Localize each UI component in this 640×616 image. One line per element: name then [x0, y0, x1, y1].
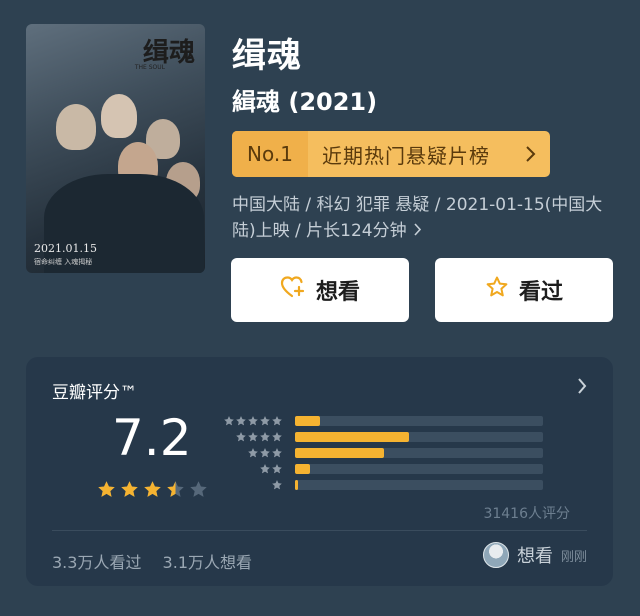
- star-icon: [236, 432, 246, 442]
- distribution-track: [295, 448, 543, 458]
- distribution-stars: [223, 415, 283, 427]
- poster-tagline: 宿命纠缠 入魂揭秘: [34, 258, 93, 266]
- rating-stars: [96, 479, 209, 500]
- distribution-bar: [295, 416, 320, 426]
- seen-count[interactable]: 3.3万人看过: [52, 553, 141, 572]
- star-icon: [260, 432, 270, 442]
- distribution-track: [295, 480, 543, 490]
- star-icon: [121, 481, 138, 497]
- distribution-track: [295, 432, 543, 442]
- poster-figure: [101, 94, 137, 138]
- star-icon: [272, 480, 282, 490]
- star-icon: [272, 464, 282, 474]
- distribution-track: [295, 464, 543, 474]
- movie-meta[interactable]: 中国大陆 / 科幻 犯罪 悬疑 / 2021-01-15(中国大陆)上映 / 片…: [232, 192, 607, 244]
- rating-score: 7.2: [112, 409, 192, 467]
- seen-label: 看过: [518, 280, 563, 305]
- friend-time: 刚刚: [560, 549, 587, 565]
- want-to-watch-button[interactable]: 想看: [231, 258, 409, 322]
- avatar: [482, 542, 509, 568]
- distribution-bar: [295, 448, 385, 458]
- poster-figure: [56, 104, 96, 150]
- star-icon: [236, 416, 246, 426]
- distribution-stars: [271, 479, 283, 491]
- distribution-row: [223, 431, 543, 443]
- rank-number: No.1: [232, 131, 308, 177]
- chevron-right-icon: [510, 131, 550, 177]
- distribution-bar: [295, 464, 310, 474]
- star-icon: [272, 416, 282, 426]
- chevron-right-icon: [413, 218, 421, 244]
- rank-label: 近期热门悬疑片榜: [322, 143, 490, 168]
- star-icon: [248, 448, 258, 458]
- distribution-row: [223, 479, 543, 491]
- star-icon: [272, 432, 282, 442]
- watched-button[interactable]: 看过: [435, 258, 613, 322]
- distribution-stars: [259, 463, 283, 475]
- heart-plus-icon: [280, 275, 306, 305]
- distribution-bar: [295, 432, 410, 442]
- star-icon: [260, 464, 270, 474]
- star-icon: [224, 416, 234, 426]
- distribution-row: [223, 463, 543, 475]
- distribution-track: [295, 416, 543, 426]
- star-icon: [144, 481, 161, 497]
- friend-activity[interactable]: 想看 刚刚: [482, 542, 587, 568]
- rank-badge[interactable]: No.1 近期热门悬疑片榜: [232, 131, 550, 177]
- star-icon: [248, 432, 258, 442]
- movie-poster[interactable]: 缉魂 THE SOUL 2021.01.15 宿命纠缠 入魂揭秘: [26, 24, 205, 273]
- rating-title: 豆瓣评分™: [52, 383, 137, 403]
- star-icon: [272, 448, 282, 458]
- want-label: 想看: [315, 280, 360, 305]
- star-icon: [167, 481, 184, 497]
- chevron-right-icon[interactable]: [577, 377, 587, 399]
- movie-subtitle: 緝魂 (2021): [232, 88, 378, 116]
- star-icon: [190, 481, 207, 497]
- divider: [52, 530, 587, 531]
- poster-subtitle: THE SOUL: [134, 64, 165, 71]
- distribution-row: [223, 447, 543, 459]
- star-icon: [98, 481, 115, 497]
- movie-title: 缉魂: [232, 36, 302, 76]
- distribution-stars: [235, 431, 283, 443]
- want-count[interactable]: 3.1万人想看: [163, 553, 252, 572]
- distribution-row: [223, 415, 543, 427]
- rating-card[interactable]: 豆瓣评分™ 7.2 31416人评分 3.3万人看过 3.1万人想看 想看 刚刚: [26, 357, 613, 586]
- star-outline-icon: [485, 275, 509, 305]
- star-icon: [248, 416, 258, 426]
- star-icon: [260, 448, 270, 458]
- rating-count: 31416人评分: [483, 506, 570, 522]
- audience-stats: 3.3万人看过 3.1万人想看: [52, 549, 268, 573]
- star-icon: [260, 416, 270, 426]
- friend-action: 想看: [516, 546, 553, 567]
- distribution-bar: [295, 480, 298, 490]
- distribution-stars: [247, 447, 283, 459]
- poster-date: 2021.01.15: [34, 242, 97, 255]
